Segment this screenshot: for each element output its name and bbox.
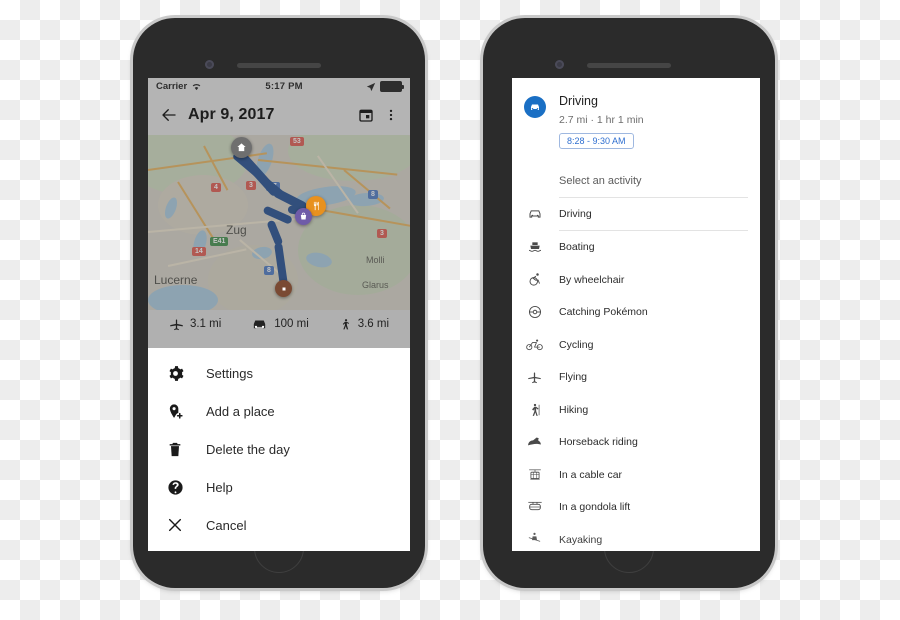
activity-item-driving[interactable]: Driving bbox=[512, 198, 760, 231]
carrier-label: Carrier bbox=[156, 81, 188, 92]
activity-item-label: In a cable car bbox=[559, 468, 623, 481]
activity-item-label: In a gondola lift bbox=[559, 501, 631, 514]
pokeball-icon bbox=[524, 305, 545, 319]
activity-header-row: Driving 2.7 mi · 1 hr 1 min 8:28 - 9:30 … bbox=[512, 94, 760, 149]
more-vertical-icon[interactable] bbox=[384, 107, 398, 123]
menu-item-label: Cancel bbox=[206, 517, 247, 533]
left-phone-device: Carrier 5:17 PM Apr 9, 2017 53 4 3 8 3 E… bbox=[133, 18, 425, 588]
menu-item-add-a-place[interactable]: Add a place bbox=[148, 392, 410, 430]
hiking-icon bbox=[524, 402, 545, 418]
right-phone-bezel bbox=[483, 18, 775, 74]
status-bar-right bbox=[366, 81, 404, 92]
menu-item-settings[interactable]: Settings bbox=[148, 354, 410, 392]
stat-walking-value: 3.6 mi bbox=[357, 318, 390, 330]
activity-header: Driving 2.7 mi · 1 hr 1 min 8:28 - 9:30 … bbox=[512, 78, 760, 198]
time-range-chip[interactable]: 8:28 - 9:30 AM bbox=[559, 132, 634, 149]
activity-item-in-a-cable-car[interactable]: In a cable car bbox=[512, 459, 760, 492]
kayak-icon bbox=[524, 532, 545, 547]
help-icon bbox=[165, 479, 185, 496]
walk-icon bbox=[339, 317, 352, 332]
end-marker[interactable] bbox=[275, 280, 292, 297]
airplane-icon bbox=[169, 317, 184, 332]
add-place-icon bbox=[165, 403, 185, 420]
activity-item-label: Driving bbox=[559, 207, 592, 220]
stat-flying-value: 3.1 mi bbox=[189, 318, 222, 330]
select-activity-label: Select an activity bbox=[559, 174, 642, 187]
menu-item-delete-the-day[interactable]: Delete the day bbox=[148, 430, 410, 468]
activity-item-label: By wheelchair bbox=[559, 273, 625, 286]
wifi-icon bbox=[191, 82, 202, 91]
trash-icon bbox=[165, 441, 185, 458]
activity-item-boating[interactable]: Boating bbox=[512, 231, 760, 264]
right-phone-device: Driving 2.7 mi · 1 hr 1 min 8:28 - 9:30 … bbox=[483, 18, 775, 588]
activity-item-label: Catching Pokémon bbox=[559, 306, 648, 319]
front-camera-icon bbox=[205, 60, 214, 69]
driving-avatar-icon bbox=[524, 96, 546, 118]
airplane-icon bbox=[524, 370, 545, 385]
menu-item-help[interactable]: Help bbox=[148, 468, 410, 506]
menu-item-cancel[interactable]: Cancel bbox=[148, 506, 410, 544]
activity-item-label: Flying bbox=[559, 371, 588, 384]
activity-item-kayaking[interactable]: Kayaking bbox=[512, 524, 760, 551]
bicycle-icon bbox=[524, 338, 545, 351]
menu-item-label: Delete the day bbox=[206, 441, 290, 457]
status-bar: Carrier 5:17 PM bbox=[148, 78, 410, 95]
activity-item-horseback-riding[interactable]: Horseback riding bbox=[512, 426, 760, 459]
activity-item-flying[interactable]: Flying bbox=[512, 361, 760, 394]
activity-picker-card: Driving 2.7 mi · 1 hr 1 min 8:28 - 9:30 … bbox=[512, 78, 760, 551]
activity-header-text: Driving 2.7 mi · 1 hr 1 min 8:28 - 9:30 … bbox=[559, 94, 644, 149]
page-title: Apr 9, 2017 bbox=[188, 106, 275, 123]
earpiece-speaker bbox=[237, 63, 321, 68]
left-phone-bezel bbox=[133, 18, 425, 74]
app-bar: Apr 9, 2017 bbox=[148, 95, 410, 135]
gear-icon bbox=[165, 365, 185, 382]
horse-icon bbox=[524, 436, 545, 449]
activity-item-label: Horseback riding bbox=[559, 436, 638, 449]
wheelchair-icon bbox=[524, 272, 545, 287]
earpiece-speaker bbox=[587, 63, 671, 68]
status-bar-time: 5:17 PM bbox=[265, 81, 303, 92]
menu-item-label: Help bbox=[206, 479, 233, 495]
activity-item-label: Kayaking bbox=[559, 533, 603, 546]
menu-item-label: Add a place bbox=[206, 403, 275, 419]
activity-title: Driving bbox=[559, 94, 598, 108]
battery-full-icon bbox=[380, 81, 404, 92]
location-arrow-icon bbox=[366, 82, 376, 92]
back-arrow-icon[interactable] bbox=[160, 106, 178, 124]
calendar-icon[interactable] bbox=[358, 107, 374, 123]
activity-subtitle: 2.7 mi · 1 hr 1 min bbox=[559, 113, 644, 126]
activity-item-hiking[interactable]: Hiking bbox=[512, 394, 760, 427]
stat-driving-value: 100 mi bbox=[274, 318, 309, 330]
front-camera-icon bbox=[555, 60, 564, 69]
cable-car-icon bbox=[524, 467, 545, 482]
activity-item-label: Cycling bbox=[559, 338, 594, 351]
menu-item-label: Settings bbox=[206, 365, 253, 381]
stat-driving: 100 mi bbox=[251, 317, 309, 331]
close-icon bbox=[165, 517, 185, 533]
right-phone-screen: Driving 2.7 mi · 1 hr 1 min 8:28 - 9:30 … bbox=[498, 78, 760, 551]
trip-map[interactable]: 53 4 3 17 8 3 E41 14 8 Zug Lucerne Molli… bbox=[148, 135, 410, 310]
activity-item-catching-pokemon[interactable]: Catching Pokémon bbox=[512, 296, 760, 329]
home-start-marker[interactable] bbox=[231, 137, 252, 158]
stat-walking: 3.6 mi bbox=[339, 317, 389, 332]
action-sheet-menu: Settings Add a place Delete the day Help bbox=[148, 348, 410, 544]
car-icon bbox=[524, 207, 545, 220]
boat-icon bbox=[524, 240, 545, 254]
stats-bar-shadow bbox=[148, 338, 410, 348]
activity-item-label: Boating bbox=[559, 241, 595, 254]
shop-marker[interactable] bbox=[295, 208, 312, 225]
activity-item-cycling[interactable]: Cycling bbox=[512, 329, 760, 362]
activity-item-label: Hiking bbox=[559, 403, 589, 416]
car-icon bbox=[251, 317, 268, 331]
left-phone-screen: Carrier 5:17 PM Apr 9, 2017 53 4 3 8 3 E… bbox=[148, 78, 410, 551]
activity-item-in-a-gondola-lift[interactable]: In a gondola lift bbox=[512, 491, 760, 524]
activity-list: Driving Boating By wheelchair Catching P… bbox=[512, 198, 760, 551]
trip-stats-bar: 3.1 mi 100 mi 3.6 mi bbox=[148, 310, 410, 338]
status-bar-left: Carrier bbox=[156, 81, 202, 92]
activity-item-by-wheelchair[interactable]: By wheelchair bbox=[512, 264, 760, 297]
stat-flying: 3.1 mi bbox=[169, 317, 221, 332]
gondola-icon bbox=[524, 500, 545, 514]
